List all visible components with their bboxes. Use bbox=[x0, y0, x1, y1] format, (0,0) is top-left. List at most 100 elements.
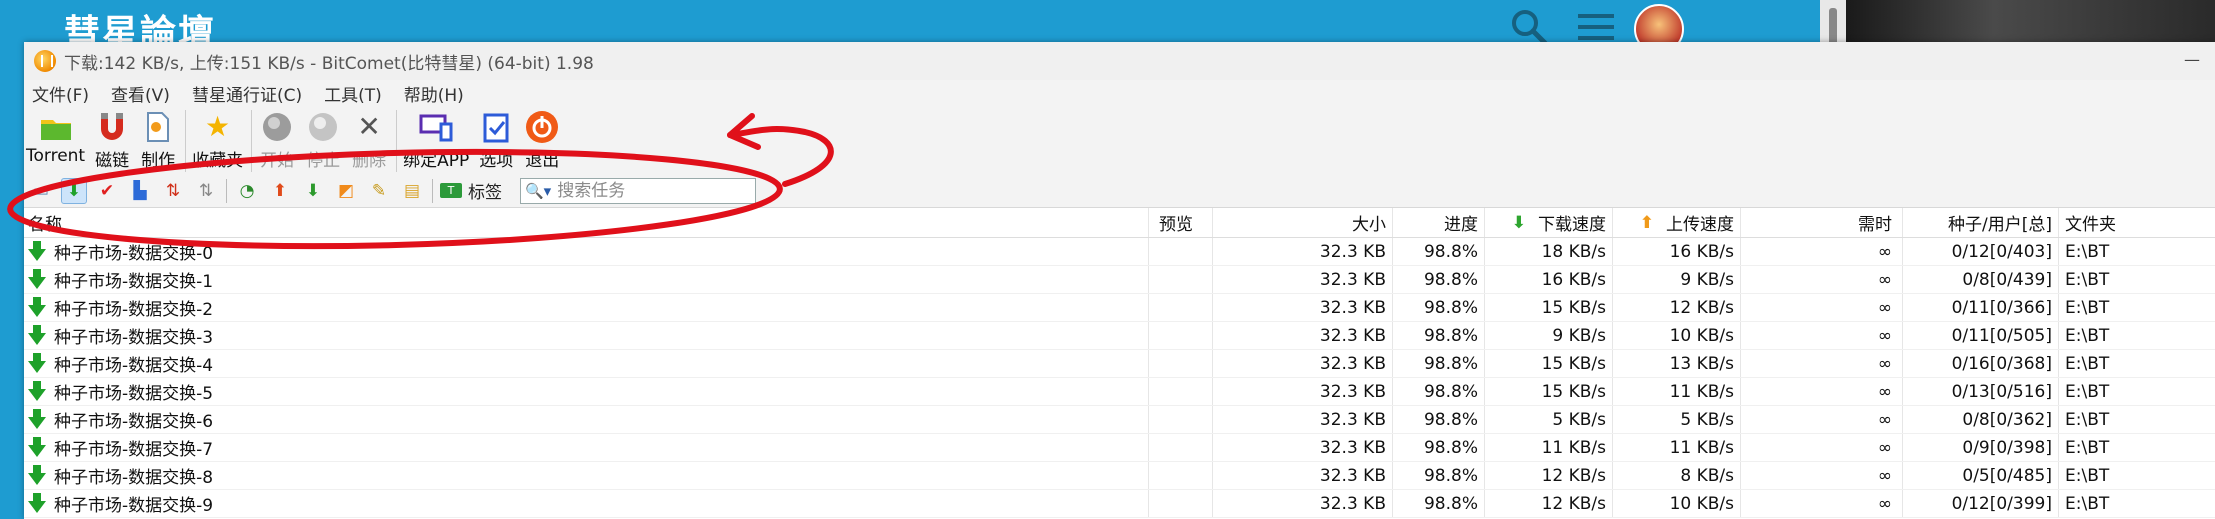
task-row[interactable]: 种子市场-数据交换-9 32.3 KB 98.8% 12 KB/s 10 KB/s ∞ 0/… bbox=[24, 490, 2215, 518]
filter-separator bbox=[226, 178, 227, 203]
menu-passport[interactable]: 彗星通行证(C) bbox=[192, 81, 302, 106]
task-list-header: 名称 预览 大小 进度 ⬇ 下载速度 ⬆ 上传速度 需时 种子/用户[总] 文件夹 bbox=[24, 208, 2215, 238]
stop-button[interactable]: 停止 bbox=[304, 108, 342, 171]
options-button[interactable]: 选项 bbox=[477, 108, 515, 171]
downloading-status-icon bbox=[28, 352, 46, 373]
row-eta: ∞ bbox=[1741, 490, 1903, 517]
start-circle-icon bbox=[258, 108, 296, 146]
row-progress: 98.8% bbox=[1393, 238, 1485, 265]
menu-help[interactable]: 帮助(H) bbox=[404, 81, 464, 106]
row-seeds-peers: 0/16[0/368] bbox=[1903, 350, 2059, 377]
delete-x-icon: ✕ bbox=[357, 110, 381, 143]
bitcomet-window: 下载:142 KB/s, 上传:151 KB/s - BitComet(比特彗星… bbox=[24, 42, 2215, 519]
row-size: 32.3 KB bbox=[1213, 266, 1393, 293]
row-name: 种子市场-数据交换-2 bbox=[24, 294, 1149, 321]
task-name: 种子市场-数据交换-0 bbox=[54, 244, 214, 264]
filter-all-icon[interactable]: ▭ bbox=[28, 178, 54, 204]
row-eta: ∞ bbox=[1741, 322, 1903, 349]
filter-rss-icon[interactable]: ◩ bbox=[333, 178, 359, 204]
menu-tools[interactable]: 工具(T) bbox=[324, 81, 382, 106]
column-download-speed[interactable]: ⬇ 下载速度 bbox=[1485, 208, 1613, 237]
site-menu-icon[interactable] bbox=[1578, 12, 1614, 42]
column-preview[interactable]: 预览 bbox=[1149, 208, 1213, 237]
column-upload-speed[interactable]: ⬆ 上传速度 bbox=[1613, 208, 1741, 237]
bind-app-button[interactable]: 绑定APP bbox=[403, 108, 469, 171]
magnet-button[interactable]: 磁链 bbox=[93, 108, 131, 171]
row-seeds-peers: 0/11[0/366] bbox=[1903, 294, 2059, 321]
task-row[interactable]: 种子市场-数据交换-6 32.3 KB 98.8% 5 KB/s 5 KB/s ∞ 0/8[… bbox=[24, 406, 2215, 434]
row-folder: E:\BT bbox=[2065, 241, 2110, 262]
row-size: 32.3 KB bbox=[1213, 462, 1393, 489]
menu-view[interactable]: 查看(V) bbox=[111, 81, 170, 106]
exit-button[interactable]: 退出 bbox=[523, 108, 561, 171]
window-title: 下载:142 KB/s, 上传:151 KB/s - BitComet(比特彗星… bbox=[64, 53, 594, 74]
row-preview bbox=[1149, 378, 1213, 405]
task-row[interactable]: 种子市场-数据交换-0 32.3 KB 98.8% 18 KB/s 16 KB/s ∞ 0/… bbox=[24, 238, 2215, 266]
column-seeds-peers[interactable]: 种子/用户[总] bbox=[1903, 208, 2059, 237]
start-button[interactable]: 开始 bbox=[258, 108, 296, 171]
downloading-status-icon bbox=[28, 324, 46, 345]
task-name: 种子市场-数据交换-7 bbox=[54, 440, 214, 460]
search-dropdown-icon[interactable]: 🔍▾ bbox=[525, 182, 551, 200]
filter-active-icon[interactable]: ⇅ bbox=[160, 178, 186, 204]
title-bar[interactable]: 下载:142 KB/s, 上传:151 KB/s - BitComet(比特彗星… bbox=[24, 42, 2215, 80]
downloading-status-icon bbox=[28, 436, 46, 457]
filter-scheduled-icon[interactable]: ◔ bbox=[234, 178, 260, 204]
task-name: 种子市场-数据交换-5 bbox=[54, 384, 214, 404]
task-row[interactable]: 种子市场-数据交换-4 32.3 KB 98.8% 15 KB/s 13 KB/s ∞ 0/… bbox=[24, 350, 2215, 378]
downloading-status-icon bbox=[28, 380, 46, 401]
row-progress: 98.8% bbox=[1393, 266, 1485, 293]
filter-completed-icon[interactable]: ✔ bbox=[94, 178, 120, 204]
column-progress[interactable]: 进度 bbox=[1393, 208, 1485, 237]
task-row[interactable]: 种子市场-数据交换-2 32.3 KB 98.8% 15 KB/s 12 KB/s ∞ 0/… bbox=[24, 294, 2215, 322]
task-row[interactable]: 种子市场-数据交换-5 32.3 KB 98.8% 15 KB/s 11 KB/s ∞ 0/… bbox=[24, 378, 2215, 406]
row-download-speed: 12 KB/s bbox=[1485, 490, 1613, 517]
row-download-speed: 9 KB/s bbox=[1485, 322, 1613, 349]
task-row[interactable]: 种子市场-数据交换-7 32.3 KB 98.8% 11 KB/s 11 KB/s ∞ 0/… bbox=[24, 434, 2215, 462]
filter-stopped-icon[interactable]: ▙ bbox=[127, 178, 153, 204]
column-name[interactable]: 名称 bbox=[24, 208, 1149, 237]
row-download-speed: 16 KB/s bbox=[1485, 266, 1613, 293]
row-upload-speed: 13 KB/s bbox=[1613, 350, 1741, 377]
row-size: 32.3 KB bbox=[1213, 322, 1393, 349]
task-row[interactable]: 种子市场-数据交换-1 32.3 KB 98.8% 16 KB/s 9 KB/s ∞ 0/8… bbox=[24, 266, 2215, 294]
column-size[interactable]: 大小 bbox=[1213, 208, 1393, 237]
make-torrent-icon bbox=[139, 108, 177, 146]
tag-button[interactable]: T 标签 bbox=[440, 178, 502, 203]
task-search-box[interactable]: 🔍▾ bbox=[520, 177, 756, 204]
options-check-icon bbox=[477, 108, 515, 146]
task-name: 种子市场-数据交换-4 bbox=[54, 356, 214, 376]
filter-download-folder-icon[interactable]: ⬇ bbox=[300, 178, 326, 204]
make-torrent-button[interactable]: 制作 bbox=[139, 108, 177, 171]
row-download-speed: 15 KB/s bbox=[1485, 378, 1613, 405]
torrent-button[interactable]: Torrent bbox=[26, 108, 85, 166]
task-row[interactable]: 种子市场-数据交换-8 32.3 KB 98.8% 12 KB/s 8 KB/s ∞ 0/5… bbox=[24, 462, 2215, 490]
filter-folder-icon[interactable]: ▤ bbox=[399, 178, 425, 204]
row-download-speed: 15 KB/s bbox=[1485, 294, 1613, 321]
row-folder: E:\BT bbox=[2065, 409, 2110, 430]
delete-button[interactable]: ✕ 删除 bbox=[350, 108, 388, 172]
row-download-speed: 18 KB/s bbox=[1485, 238, 1613, 265]
column-folder[interactable]: 文件夹 bbox=[2059, 208, 2215, 237]
row-download-speed: 11 KB/s bbox=[1485, 434, 1613, 461]
minimize-button[interactable]: — bbox=[2181, 50, 2203, 70]
menu-file[interactable]: 文件(F) bbox=[32, 81, 89, 106]
favorites-button[interactable]: ★ 收藏夹 bbox=[192, 108, 243, 172]
power-icon bbox=[523, 108, 561, 146]
row-download-speed: 15 KB/s bbox=[1485, 350, 1613, 377]
filter-edit-icon[interactable]: ✎ bbox=[366, 178, 392, 204]
column-eta[interactable]: 需时 bbox=[1741, 208, 1903, 237]
toolbar-separator bbox=[251, 110, 253, 172]
filter-upload-icon[interactable]: ⬆ bbox=[267, 178, 293, 204]
filter-inactive-icon[interactable]: ⇅ bbox=[193, 178, 219, 204]
filter-downloading-icon[interactable]: ⬇ bbox=[61, 177, 87, 204]
row-upload-speed: 5 KB/s bbox=[1613, 406, 1741, 433]
row-upload-speed: 10 KB/s bbox=[1613, 490, 1741, 517]
upload-arrow-icon: ⬆ bbox=[1639, 212, 1654, 233]
task-name: 种子市场-数据交换-9 bbox=[54, 496, 214, 516]
row-eta: ∞ bbox=[1741, 238, 1903, 265]
task-search-input[interactable] bbox=[557, 180, 738, 201]
task-row[interactable]: 种子市场-数据交换-3 32.3 KB 98.8% 9 KB/s 10 KB/s ∞ 0/1… bbox=[24, 322, 2215, 350]
task-name: 种子市场-数据交换-1 bbox=[54, 272, 214, 292]
site-search-icon[interactable] bbox=[1510, 8, 1548, 46]
